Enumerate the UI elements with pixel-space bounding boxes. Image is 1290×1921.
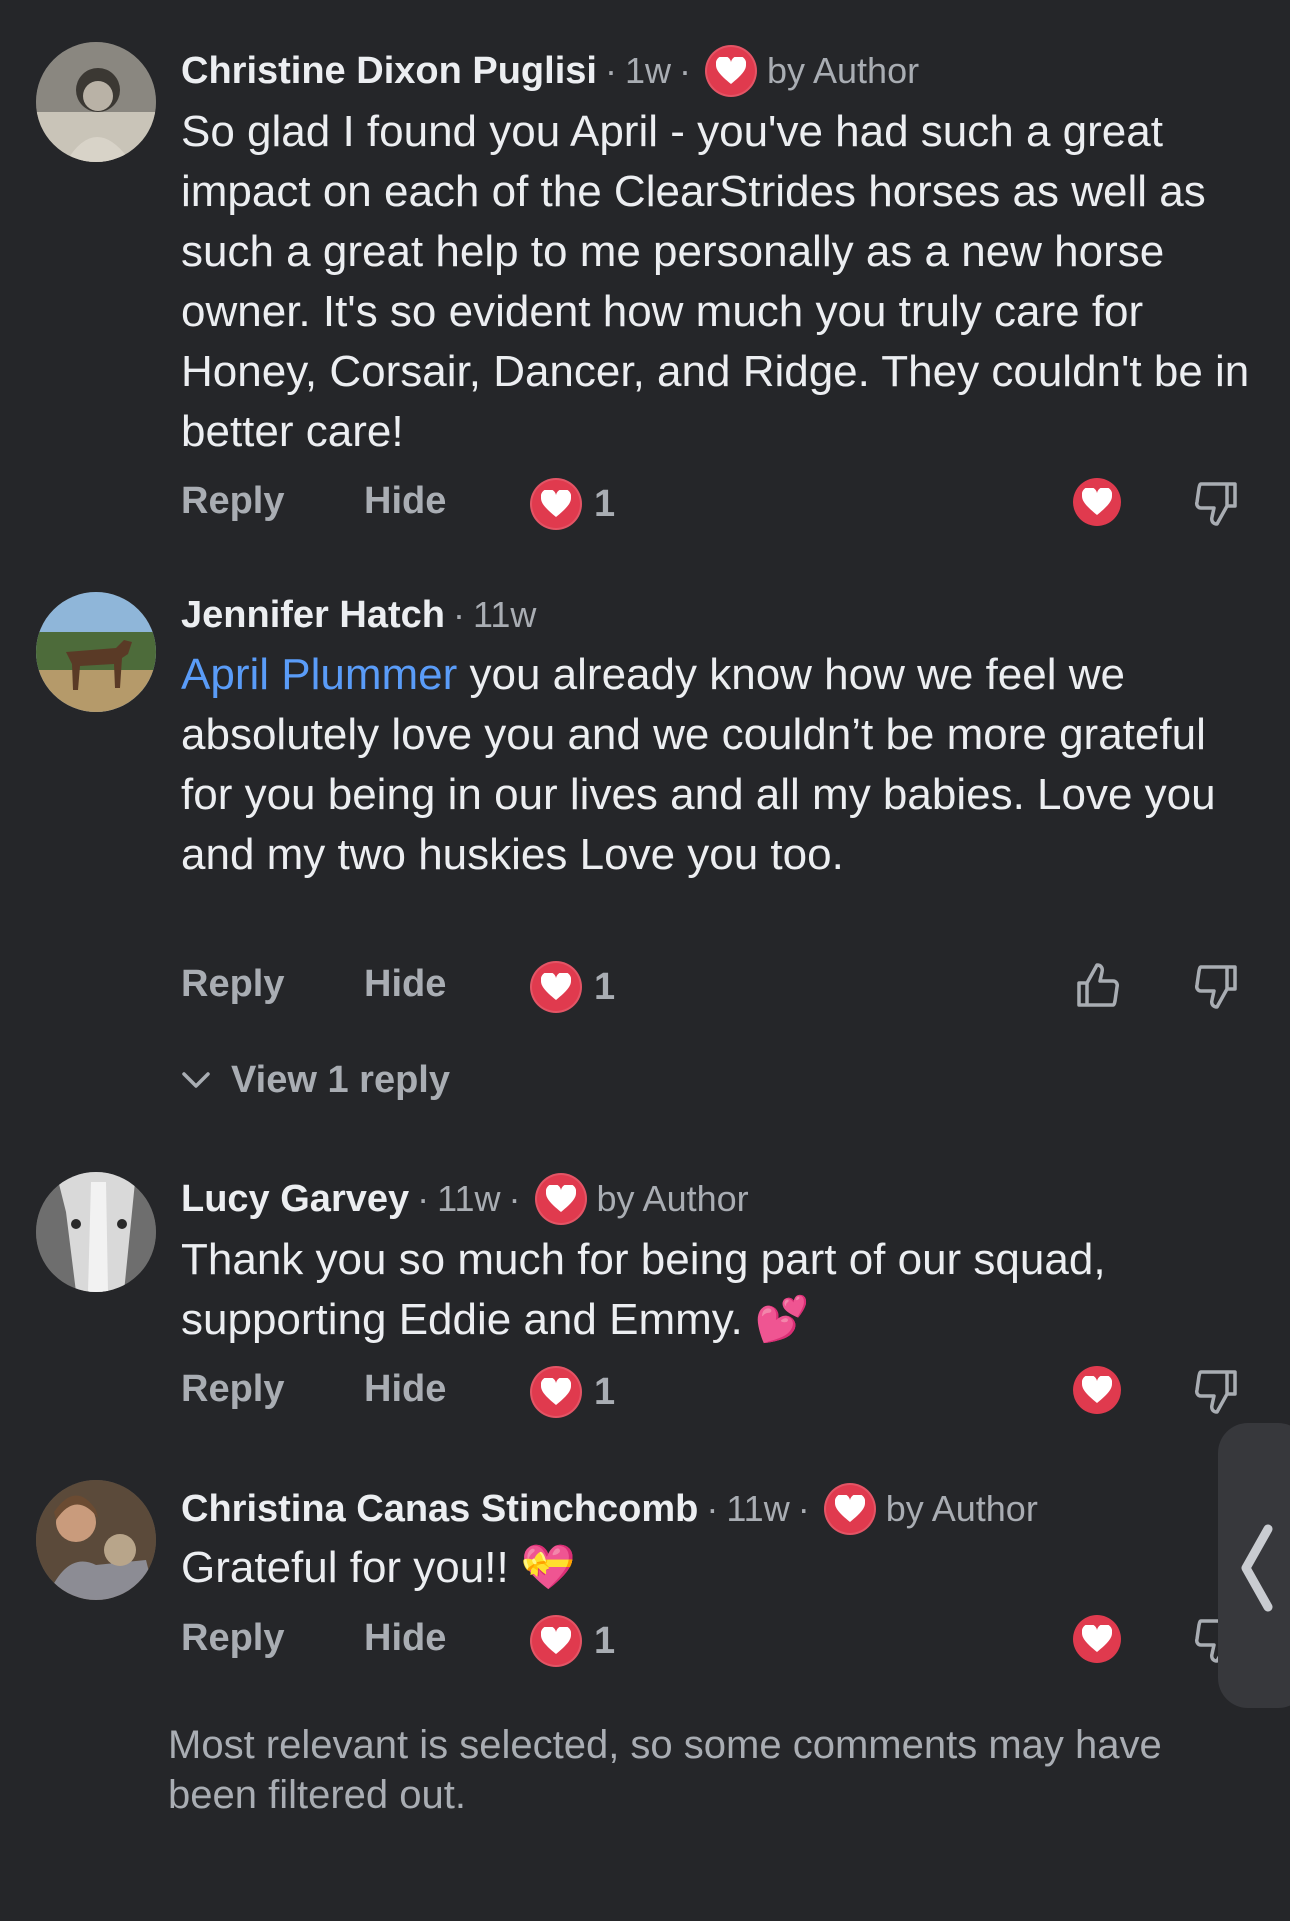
hide-button[interactable]: Hide (364, 1617, 446, 1660)
separator-dot: · (678, 50, 691, 91)
heart-icon (530, 1366, 582, 1418)
reaction-count-value: 1 (594, 965, 616, 1008)
by-author-label: by Author (885, 1488, 1038, 1529)
heart-icon (530, 1615, 582, 1667)
comment-text: So glad I found you April - you've had s… (181, 102, 1266, 462)
heart-icon (1082, 1376, 1112, 1403)
reply-button[interactable]: Reply (181, 480, 284, 523)
heart-reaction-button[interactable] (1073, 1366, 1121, 1414)
hide-button[interactable]: Hide (364, 1368, 446, 1411)
side-panel-tab[interactable] (1218, 1423, 1290, 1708)
heart-icon (823, 1483, 876, 1535)
comment-actions: Reply Hide 1 (181, 1362, 1251, 1422)
heart-icon (530, 478, 582, 530)
separator-dot: · (797, 1488, 810, 1529)
heart-reaction-button[interactable] (1073, 478, 1121, 526)
comment-header: Jennifer Hatch · 11w (181, 590, 536, 640)
by-author-label: by Author (766, 50, 920, 91)
separator-dot: · (417, 1178, 430, 1219)
avatar[interactable] (36, 42, 156, 162)
comment-text: April Plummer you already know how we fe… (181, 645, 1266, 885)
comment-text: Grateful for you!! 💝 (181, 1538, 1266, 1598)
comment-header: Lucy Garvey · 11w · by Author (181, 1173, 749, 1225)
comment-actions: Reply Hide 1 (181, 474, 1251, 534)
reaction-count[interactable]: 1 (530, 961, 615, 1013)
comment-header: Christine Dixon Puglisi · 1w · by Author (181, 45, 920, 97)
avatar-photo-icon (36, 1172, 156, 1292)
heart-icon (534, 1173, 587, 1225)
thumb-down-icon[interactable] (1193, 1366, 1241, 1416)
by-author-label: by Author (596, 1178, 749, 1219)
reaction-count-value: 1 (594, 1619, 616, 1662)
avatar-photo-icon (36, 42, 156, 162)
thumb-up-icon[interactable] (1073, 961, 1121, 1011)
mention-link[interactable]: April Plummer (181, 650, 457, 699)
timestamp[interactable]: 11w (437, 1178, 500, 1220)
hide-button[interactable]: Hide (364, 963, 446, 1006)
reply-button[interactable]: Reply (181, 963, 284, 1006)
view-replies-label: View 1 reply (231, 1058, 450, 1101)
heart-icon (1082, 488, 1112, 515)
thumb-down-icon[interactable] (1193, 961, 1241, 1011)
comment-body: So glad I found you April - you've had s… (181, 107, 1250, 456)
author-name[interactable]: Lucy Garvey (181, 1178, 409, 1221)
reaction-count-value: 1 (594, 1370, 616, 1413)
separator-dot: · (604, 50, 617, 91)
reaction-count[interactable]: 1 (530, 1615, 615, 1667)
separator-dot: · (706, 1488, 719, 1529)
comment-body: Thank you so much for being part of our … (181, 1235, 1106, 1344)
chevron-down-icon (182, 1072, 210, 1088)
comment-actions: Reply Hide 1 (181, 1611, 1251, 1671)
comment-header: Christina Canas Stinchcomb · 11w · by Au… (181, 1483, 1038, 1535)
chevron-left-icon (1241, 1524, 1273, 1612)
hide-button[interactable]: Hide (364, 480, 446, 523)
reaction-count[interactable]: 1 (530, 1366, 615, 1418)
author-name[interactable]: Christine Dixon Puglisi (181, 50, 597, 93)
reply-button[interactable]: Reply (181, 1617, 284, 1660)
avatar[interactable] (36, 1480, 156, 1600)
avatar-photo-icon (36, 592, 156, 712)
view-replies-button[interactable]: View 1 reply (181, 1055, 450, 1105)
avatar[interactable] (36, 1172, 156, 1292)
separator-dot: · (452, 594, 465, 635)
timestamp[interactable]: 11w (473, 594, 536, 636)
comment-actions: Reply Hide 1 (181, 957, 1251, 1017)
avatar[interactable] (36, 592, 156, 712)
thumb-down-icon[interactable] (1193, 478, 1241, 528)
heart-reaction-button[interactable] (1073, 1615, 1121, 1663)
avatar-photo-icon (36, 1480, 156, 1600)
heart-icon (530, 961, 582, 1013)
reaction-count[interactable]: 1 (530, 478, 615, 530)
author-name[interactable]: Christina Canas Stinchcomb (181, 1488, 698, 1531)
reply-button[interactable]: Reply (181, 1368, 284, 1411)
timestamp[interactable]: 11w (726, 1488, 789, 1530)
filter-notice: Most relevant is selected, so some comme… (168, 1723, 1162, 1817)
timestamp[interactable]: 1w (625, 50, 671, 92)
author-name[interactable]: Jennifer Hatch (181, 594, 445, 637)
heart-icon (1082, 1625, 1112, 1652)
comment-text: Thank you so much for being part of our … (181, 1230, 1266, 1350)
reaction-count-value: 1 (594, 482, 616, 525)
comment-body: Grateful for you!! 💝 (181, 1543, 576, 1592)
heart-icon (704, 45, 757, 97)
separator-dot: · (508, 1178, 521, 1219)
